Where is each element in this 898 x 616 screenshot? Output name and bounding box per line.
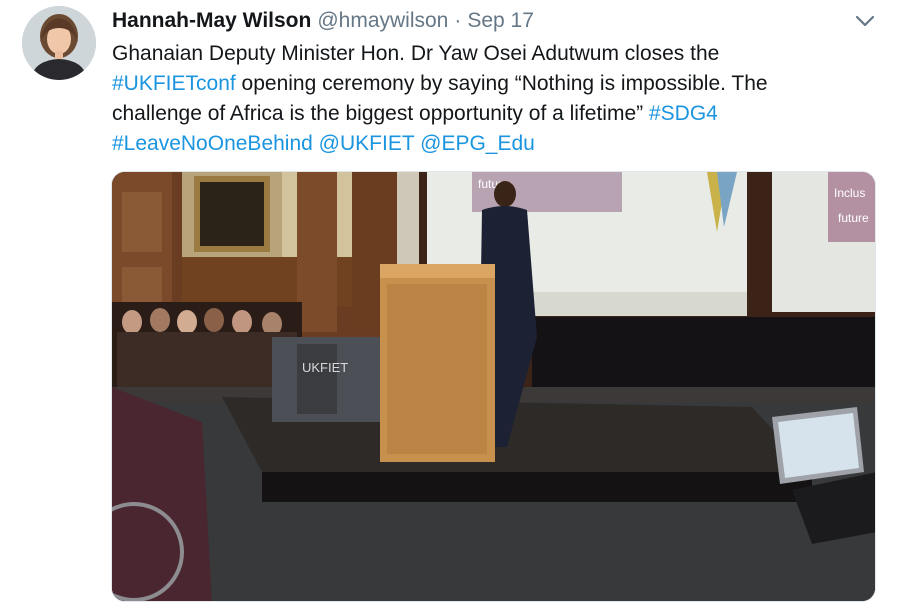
tweet-photo[interactable]: future Inclus future UKFIET [111, 171, 876, 602]
tweet-text: Ghanaian Deputy Minister Hon. Dr Yaw Ose… [112, 39, 852, 159]
author-name[interactable]: Hannah-May Wilson [112, 9, 311, 33]
hashtag-ukfietconf[interactable]: #UKFIETconf [112, 72, 236, 95]
chevron-down-icon[interactable] [852, 10, 878, 32]
avatar[interactable] [22, 6, 96, 80]
tweet[interactable]: Hannah-May Wilson @hmaywilson · Sep 17 G… [0, 0, 898, 616]
mention-epg-edu[interactable]: @EPG_Edu [420, 132, 535, 155]
tweet-text-part: Ghanaian Deputy Minister Hon. Dr Yaw Ose… [112, 42, 720, 65]
screen-right-text-2: future [838, 211, 869, 225]
table-banner-text: UKFIET [302, 360, 348, 375]
tweet-header: Hannah-May Wilson @hmaywilson · Sep 17 [112, 9, 534, 35]
hashtag-leavenoonebehind[interactable]: #LeaveNoOneBehind [112, 132, 313, 155]
mention-ukfiet[interactable]: @UKFIET [319, 132, 415, 155]
hashtag-sdg4[interactable]: #SDG4 [649, 102, 718, 125]
author-handle[interactable]: @hmaywilson [317, 9, 448, 33]
separator: · [454, 9, 462, 32]
tweet-timestamp[interactable]: Sep 17 [467, 9, 534, 33]
screen-right-text: Inclus [834, 186, 865, 200]
